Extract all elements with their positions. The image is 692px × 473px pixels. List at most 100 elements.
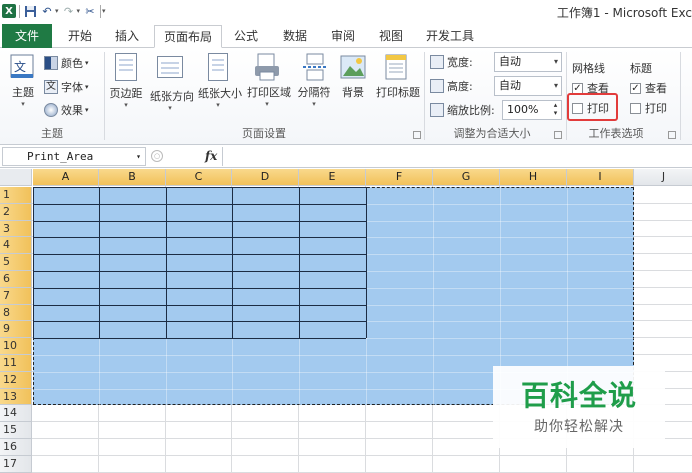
undo-dropdown-icon[interactable]: ▾ xyxy=(55,7,59,15)
tab-file[interactable]: 文件 xyxy=(2,24,52,48)
width-icon xyxy=(430,55,444,69)
size-button[interactable]: 纸张大小 ▾ xyxy=(198,52,242,112)
chevron-down-icon: ▾ xyxy=(21,100,25,108)
scale-group-label: 调整为合适大小 xyxy=(453,127,531,140)
breaks-button[interactable]: 分隔符 ▾ xyxy=(294,52,334,112)
column-header-b[interactable]: B xyxy=(99,169,166,186)
redo-icon[interactable]: ↷ xyxy=(62,4,76,18)
column-header-c[interactable]: C xyxy=(166,169,232,186)
row-header-14[interactable]: 14 xyxy=(0,405,32,423)
tab-formulas[interactable]: 公式 xyxy=(226,25,266,48)
tab-view[interactable]: 视图 xyxy=(370,25,412,48)
row-header-17[interactable]: 17 xyxy=(0,455,32,473)
row-header-10[interactable]: 10 xyxy=(0,338,32,355)
column-header-d[interactable]: D xyxy=(232,169,299,186)
colors-icon xyxy=(44,56,58,70)
headings-view-checkbox[interactable]: ✓ 查看 xyxy=(630,79,667,97)
column-header-f[interactable]: F xyxy=(366,169,433,186)
row-header-16[interactable]: 16 xyxy=(0,439,32,456)
print-titles-button[interactable]: 打印标题 xyxy=(376,52,420,112)
gridline xyxy=(32,454,692,456)
scale-label: 缩放比例: xyxy=(447,104,495,117)
chevron-down-icon: ▾ xyxy=(85,59,89,67)
column-header-h[interactable]: H xyxy=(500,169,567,186)
height-label-row: 高度: xyxy=(430,76,473,96)
theme-fonts-button[interactable]: 文 字体 ▾ xyxy=(44,77,89,97)
column-header-e[interactable]: E xyxy=(299,169,366,186)
themes-label: 主题 xyxy=(12,86,34,99)
width-select[interactable]: 自动 ▾ xyxy=(494,52,562,72)
page-setup-group-label: 页面设置 xyxy=(242,127,286,140)
table-border xyxy=(366,187,367,339)
row-header-12[interactable]: 12 xyxy=(0,371,32,389)
sheet-options-launcher-icon[interactable] xyxy=(668,131,676,139)
row-header-7[interactable]: 7 xyxy=(0,287,32,305)
background-button[interactable]: 背景 xyxy=(333,52,373,112)
headings-print-checkbox[interactable]: 打印 xyxy=(630,99,667,117)
theme-fonts-label: 字体 xyxy=(61,81,83,94)
row-header-8[interactable]: 8 xyxy=(0,304,32,322)
orientation-icon xyxy=(155,56,185,86)
table-border xyxy=(166,187,167,339)
name-box-value: Print_Area xyxy=(27,150,94,163)
customize-icon[interactable]: ✂ xyxy=(83,4,97,18)
tab-page-layout[interactable]: 页面布局 xyxy=(154,25,222,48)
svg-text:文: 文 xyxy=(14,59,26,74)
table-border xyxy=(33,271,366,272)
tab-home[interactable]: 开始 xyxy=(60,25,100,48)
orientation-label: 纸张方向 xyxy=(150,90,194,103)
row-header-3[interactable]: 3 xyxy=(0,220,32,238)
row-header-6[interactable]: 6 xyxy=(0,271,32,288)
row-header-5[interactable]: 5 xyxy=(0,254,32,271)
column-header-j[interactable]: J xyxy=(634,169,692,186)
scale-stepper[interactable]: 100% ▴ ▾ xyxy=(502,100,562,120)
column-header-a[interactable]: A xyxy=(33,169,99,186)
row-header-15[interactable]: 15 xyxy=(0,422,32,439)
title-bar: X ↶ ▾ ↷ ▾ ✂ ▾ 工作簿1 - Microsoft Exc xyxy=(0,0,692,22)
print-area-button[interactable]: 打印区域 ▾ xyxy=(247,52,291,112)
fonts-icon: 文 xyxy=(44,80,58,94)
row-header-2[interactable]: 2 xyxy=(0,203,32,221)
row-header-1[interactable]: 1 xyxy=(0,187,32,204)
tab-review[interactable]: 审阅 xyxy=(322,25,364,48)
insert-function-icon[interactable]: fx xyxy=(205,149,217,163)
height-select[interactable]: 自动 ▾ xyxy=(494,76,562,96)
excel-icon[interactable]: X xyxy=(2,4,16,18)
divider xyxy=(680,52,681,140)
margins-button[interactable]: 页边距 ▾ xyxy=(106,52,146,112)
window-title: 工作簿1 - Microsoft Exc xyxy=(556,6,692,20)
row-header-11[interactable]: 11 xyxy=(0,355,32,372)
cancel-entry-icon[interactable]: ○ xyxy=(151,150,163,162)
table-border xyxy=(299,187,300,339)
spin-arrows-icon[interactable]: ▴ ▾ xyxy=(551,101,560,119)
table-border xyxy=(33,237,366,239)
tab-data[interactable]: 数据 xyxy=(274,25,316,48)
select-all-corner[interactable] xyxy=(0,169,32,186)
redo-dropdown-icon[interactable]: ▾ xyxy=(77,7,81,15)
theme-colors-button[interactable]: 颜色 ▾ xyxy=(44,53,89,73)
save-icon[interactable] xyxy=(23,4,37,18)
chevron-down-icon[interactable]: ▾ xyxy=(136,148,141,165)
row-header-13[interactable]: 13 xyxy=(0,388,32,406)
theme-effects-button[interactable]: 效果 ▾ xyxy=(44,100,89,120)
themes-button[interactable]: 文 主题 ▾ xyxy=(3,52,43,112)
customize-qat-icon[interactable]: ▾ xyxy=(102,7,106,15)
page-setup-launcher-icon[interactable] xyxy=(413,131,421,139)
column-header-g[interactable]: G xyxy=(433,169,500,186)
orientation-button[interactable]: 纸张方向 ▾ xyxy=(150,52,194,112)
scale-icon xyxy=(430,103,444,117)
scale-launcher-icon[interactable] xyxy=(554,131,562,139)
print-titles-icon xyxy=(381,52,411,82)
width-value: 自动 xyxy=(499,55,521,68)
divider xyxy=(19,4,20,18)
gridline xyxy=(33,355,634,356)
tab-developer[interactable]: 开发工具 xyxy=(420,25,480,48)
column-header-i[interactable]: I xyxy=(567,169,634,186)
name-box[interactable]: Print_Area ▾ xyxy=(2,147,146,166)
checkbox-checked-icon: ✓ xyxy=(572,82,583,94)
formula-input[interactable] xyxy=(222,147,692,166)
tab-insert[interactable]: 插入 xyxy=(106,25,148,48)
row-header-9[interactable]: 9 xyxy=(0,321,32,339)
row-header-4[interactable]: 4 xyxy=(0,237,32,255)
undo-icon[interactable]: ↶ xyxy=(40,4,54,18)
